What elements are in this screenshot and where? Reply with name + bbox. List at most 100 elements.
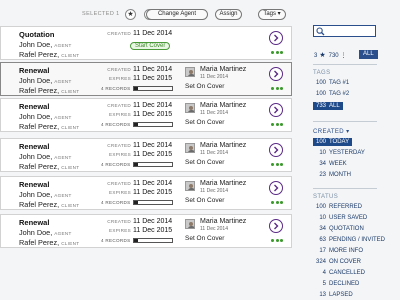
avatar xyxy=(185,67,195,77)
more-options-button[interactable] xyxy=(271,163,283,167)
status-filter-item[interactable]: 4 CANCELLED xyxy=(313,270,365,276)
record-status: Set On Cover xyxy=(185,118,225,126)
assignee-name: Maria Martinez xyxy=(200,142,247,149)
expires-label: EXPIRES xyxy=(108,76,131,81)
summary-total: 730 xyxy=(328,53,339,59)
record-card[interactable]: Renewal John Doe, AGENT Rafel Perez, CLI… xyxy=(0,62,292,96)
record-type: Renewal xyxy=(19,218,50,227)
open-record-button[interactable] xyxy=(269,31,283,45)
created-label: CREATED xyxy=(107,143,131,148)
toolbar: SELECTED 1 ★ ☆ Change Agent Assign Tags … xyxy=(0,0,300,27)
open-record-button[interactable] xyxy=(269,103,283,117)
all-filter-button[interactable]: ALL xyxy=(359,50,378,59)
chevron-right-icon xyxy=(274,184,279,192)
agent-line: John Doe, AGENT xyxy=(19,76,72,85)
more-options-button[interactable] xyxy=(271,123,283,127)
assignee-name: Maria Martinez xyxy=(200,218,247,225)
created-field: CREATED 11 Dec 2014 xyxy=(103,30,172,37)
chevron-right-icon xyxy=(274,146,279,154)
records-progress: 4 RECORDS xyxy=(101,122,173,127)
created-filter-item[interactable]: 10 YESTERDAY xyxy=(313,150,365,156)
tag-filter-item[interactable]: 100 TAG #2 xyxy=(313,91,349,97)
more-options-button[interactable] xyxy=(271,239,283,243)
client-line: Rafel Perez, CLIENT xyxy=(19,238,79,247)
avatar xyxy=(185,143,195,153)
records-label: 4 RECORDS xyxy=(101,122,131,127)
status-filter-item[interactable]: 34 QUOTATION xyxy=(313,226,363,232)
created-label: CREATED xyxy=(107,103,131,108)
agent-role: AGENT xyxy=(54,78,72,84)
client-role: CLIENT xyxy=(61,52,80,58)
chevron-right-icon xyxy=(274,70,279,78)
created-date: 11 Dec 2014 xyxy=(133,218,173,225)
client-line: Rafel Perez, CLIENT xyxy=(19,86,79,95)
status-filter-item[interactable]: 10 USER SAVED xyxy=(313,215,367,221)
created-field: CREATED 11 Dec 2014 xyxy=(103,218,172,225)
agent-role: AGENT xyxy=(54,154,72,160)
open-record-button[interactable] xyxy=(269,67,283,81)
search-icon xyxy=(316,27,325,36)
more-options-button[interactable] xyxy=(271,51,283,55)
summary-count: 3 xyxy=(314,53,318,59)
agent-name: John Doe, xyxy=(19,151,53,161)
record-card[interactable]: Renewal John Doe, AGENT Rafel Perez, CLI… xyxy=(0,176,292,210)
record-status: Set On Cover xyxy=(185,158,225,166)
created-label: CREATED xyxy=(107,181,131,186)
more-options-button[interactable] xyxy=(271,87,283,91)
record-card[interactable]: Renewal John Doe, AGENT Rafel Perez, CLI… xyxy=(0,98,292,132)
star-filter-button[interactable]: ★ xyxy=(125,9,136,20)
record-card[interactable]: Renewal John Doe, AGENT Rafel Perez, CLI… xyxy=(0,214,292,248)
records-bar-fill xyxy=(133,87,139,90)
created-filter-item[interactable]: 23 MONTH xyxy=(313,172,351,178)
search-input[interactable] xyxy=(313,25,376,37)
agent-line: John Doe, AGENT xyxy=(19,152,72,161)
created-filter-item-active[interactable]: 100 TODAY xyxy=(313,138,353,146)
tags-dropdown-button[interactable]: Tags ▾ xyxy=(258,9,286,20)
client-name: Rafel Perez, xyxy=(19,199,60,209)
created-filter-dropdown[interactable]: CREATED ▾ xyxy=(313,128,350,135)
records-bar-fill xyxy=(133,163,139,166)
records-bar xyxy=(132,238,173,243)
status-filter-item[interactable]: 63 PENDING / INVITED xyxy=(313,237,385,243)
created-date: 11 Dec 2014 xyxy=(133,142,173,149)
created-filter-item[interactable]: 34 WEEK xyxy=(313,161,346,167)
client-role: CLIENT xyxy=(61,164,80,170)
created-label: CREATED xyxy=(107,31,131,36)
open-record-button[interactable] xyxy=(269,143,283,157)
divider xyxy=(313,121,377,122)
tag-filter-item[interactable]: 100 TAG #1 xyxy=(313,80,349,86)
chevron-right-icon xyxy=(274,34,279,42)
status-filter-item[interactable]: 17 MORE INFO xyxy=(313,248,363,254)
status-filter-item[interactable]: 5 DECLINED xyxy=(313,281,360,287)
records-bar-fill xyxy=(133,239,139,242)
record-status: Set On Cover xyxy=(185,82,225,90)
created-field: CREATED 11 Dec 2014 xyxy=(103,180,172,187)
records-progress: 4 RECORDS xyxy=(101,200,173,205)
records-progress: 4 RECORDS xyxy=(101,238,173,243)
status-filter-item[interactable]: 100 REFERRED xyxy=(313,204,362,210)
client-role: CLIENT xyxy=(61,240,80,246)
record-card[interactable]: Renewal John Doe, AGENT Rafel Perez, CLI… xyxy=(0,138,292,172)
agent-role: AGENT xyxy=(54,192,72,198)
tag-filter-item-active[interactable]: 733 ALL xyxy=(313,102,343,110)
assign-button[interactable]: Assign xyxy=(215,9,242,20)
record-status: Set On Cover xyxy=(185,196,225,204)
status-filter-item[interactable]: 324 ON COVER xyxy=(313,259,361,265)
agent-name: John Doe, xyxy=(19,75,53,85)
agent-line: John Doe, AGENT xyxy=(19,112,72,121)
open-record-button[interactable] xyxy=(269,219,283,233)
open-record-button[interactable] xyxy=(269,181,283,195)
agent-role: AGENT xyxy=(54,42,72,48)
record-card[interactable]: Quotation John Doe, AGENT Rafel Perez, C… xyxy=(0,26,292,60)
agent-name: John Doe, xyxy=(19,227,53,237)
status-filter-item[interactable]: 13 LAPSED xyxy=(313,292,352,298)
client-name: Rafel Perez, xyxy=(19,85,60,95)
agent-role: AGENT xyxy=(54,230,72,236)
created-date: 11 Dec 2014 xyxy=(133,102,173,109)
more-options-button[interactable] xyxy=(271,201,283,205)
records-bar xyxy=(132,122,173,127)
start-cover-button[interactable]: Start Cover xyxy=(130,42,171,50)
chevron-right-icon xyxy=(274,222,279,230)
change-agent-button[interactable]: Change Agent xyxy=(146,9,208,20)
record-type: Renewal xyxy=(19,180,50,189)
